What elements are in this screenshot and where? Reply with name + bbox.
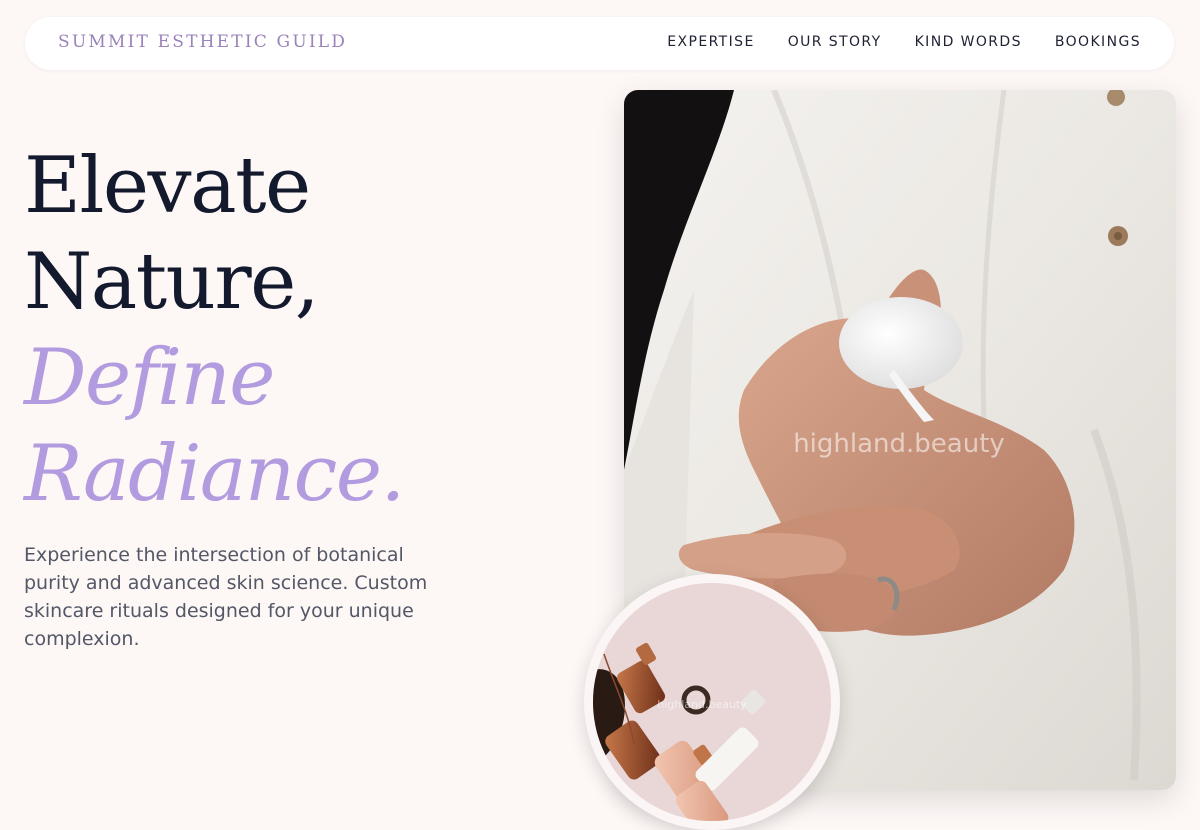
skincare-bottles-image: highland.beauty xyxy=(593,583,831,821)
nav-link-our-story[interactable]: OUR STORY xyxy=(788,34,882,50)
nav-link-expertise[interactable]: EXPERTISE xyxy=(667,34,754,50)
nav-links: EXPERTISE OUR STORY KIND WORDS BOOKINGS xyxy=(667,34,1141,50)
hero-heading-line-2: Nature, xyxy=(24,237,320,327)
brand-logo-text[interactable]: SUMMIT ESTHETIC GUILD xyxy=(58,32,347,52)
hero-heading: Elevate Nature, Define Radiance. xyxy=(24,138,405,522)
hero-heading-line-3: Define xyxy=(24,333,275,423)
nav-link-bookings[interactable]: BOOKINGS xyxy=(1055,34,1141,50)
main-image-watermark: highland.beauty xyxy=(793,429,1005,459)
hero-heading-line-1: Elevate xyxy=(24,141,311,231)
circle-image-watermark: highland.beauty xyxy=(657,698,747,711)
hero-heading-line-4: Radiance. xyxy=(24,429,405,519)
hero-description: Experience the intersection of botanical… xyxy=(24,544,428,650)
top-navigation-bar: SUMMIT ESTHETIC GUILD EXPERTISE OUR STOR… xyxy=(25,17,1174,70)
product-circle-photo: highland.beauty xyxy=(584,574,840,830)
nav-link-kind-words[interactable]: KIND WORDS xyxy=(915,34,1022,50)
